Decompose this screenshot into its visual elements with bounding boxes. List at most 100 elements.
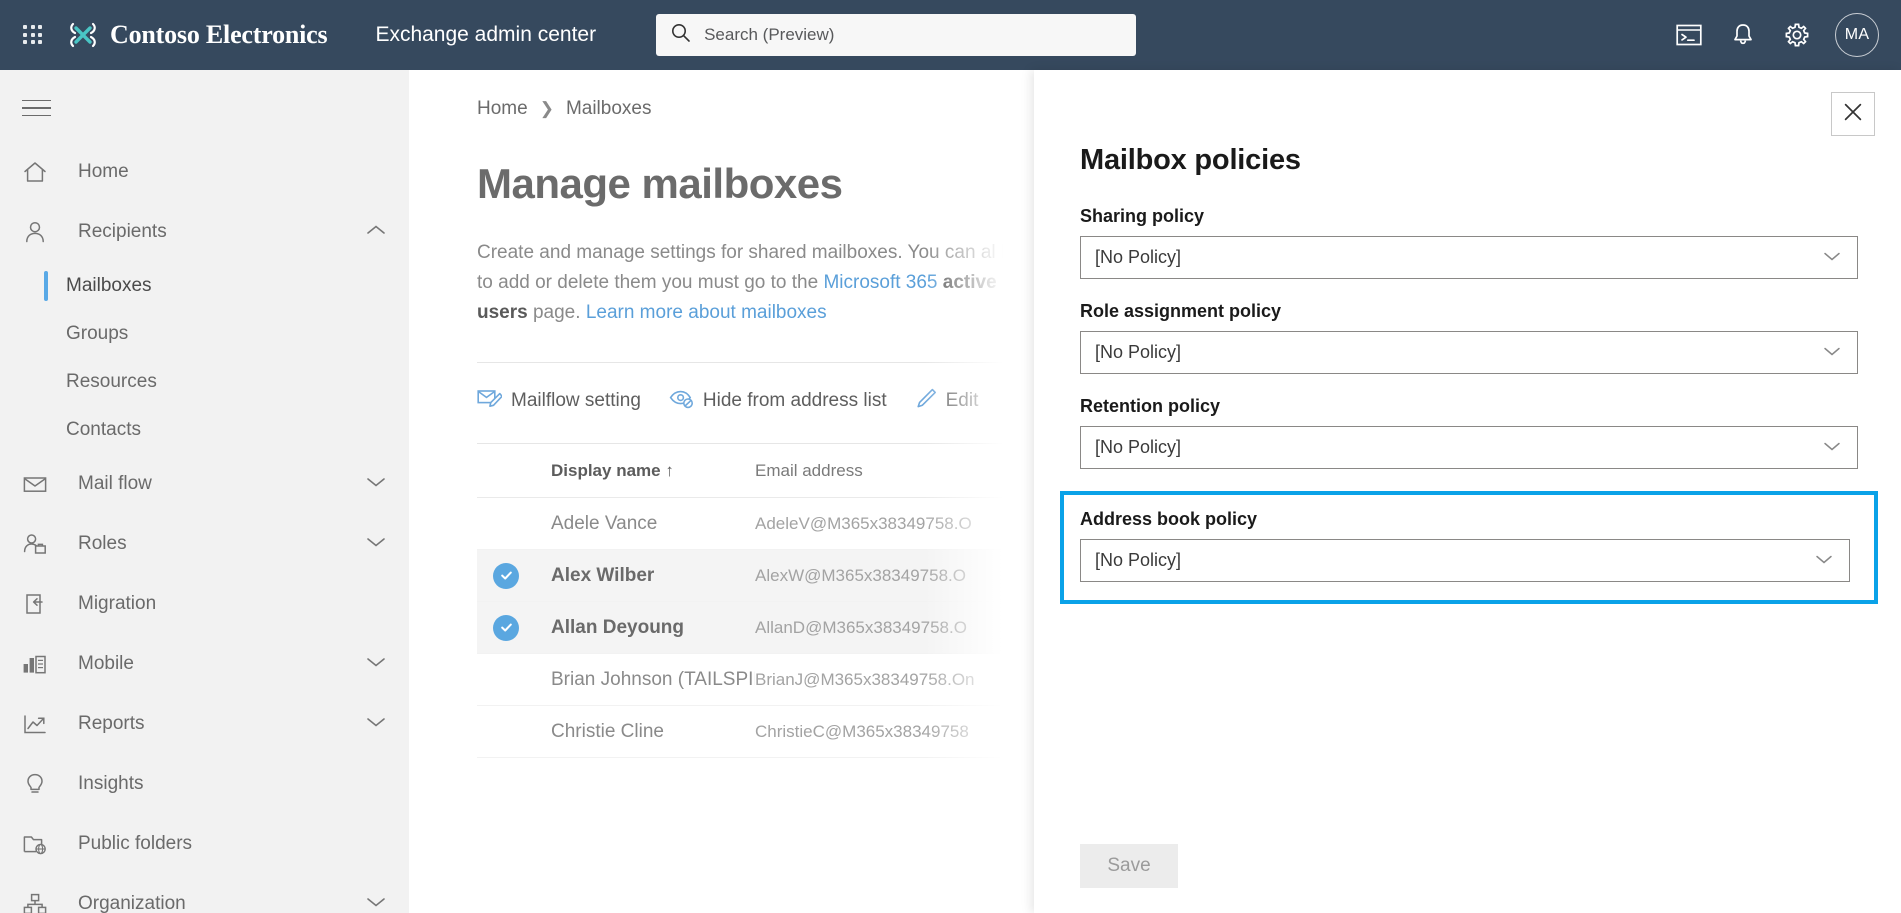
sidebar-subitem-label: Resources	[66, 371, 157, 392]
chevron-down-icon	[365, 655, 387, 674]
brand[interactable]: Contoso Electronics	[66, 18, 328, 52]
sidebar-item-label: Reports	[78, 713, 145, 734]
envelope-icon	[22, 472, 56, 496]
sidebar-item-home[interactable]: Home	[0, 142, 409, 202]
chevron-down-icon	[365, 715, 387, 734]
column-header-display-name[interactable]: Display name ↑	[551, 461, 755, 481]
sidebar-item-label: Home	[78, 161, 129, 182]
user-avatar[interactable]: MA	[1835, 13, 1879, 57]
description-part-1: Create and manage settings for shared ma…	[477, 242, 996, 263]
app-title: Exchange admin center	[375, 23, 597, 46]
main-content: Home ❯ Mailboxes Manage mailboxes Create…	[409, 70, 1034, 913]
cell-email-address: AllanD@M365x38349758.O	[755, 617, 967, 637]
sidebar-item-insights[interactable]: Insights	[0, 754, 409, 814]
sharing-policy-dropdown[interactable]: [No Policy]	[1080, 236, 1858, 279]
chevron-down-icon	[365, 895, 387, 913]
settings-gear-icon[interactable]	[1773, 11, 1821, 59]
breadcrumb-home-link[interactable]: Home	[477, 98, 528, 120]
column-header-email-address[interactable]: Email address	[755, 461, 1034, 481]
public-folder-icon	[22, 832, 56, 856]
sidebar-item-groups[interactable]: Groups	[0, 310, 409, 358]
role-assignment-policy-dropdown[interactable]: [No Policy]	[1080, 331, 1858, 374]
checked-checkbox-icon	[493, 614, 519, 641]
mobile-chart-icon	[22, 652, 56, 676]
sidebar-nav: Home Recipients Mailboxes Groups Resourc…	[0, 70, 409, 913]
sidebar-item-roles[interactable]: Roles	[0, 514, 409, 574]
migration-icon	[22, 592, 56, 616]
sort-ascending-icon: ↑	[665, 460, 674, 480]
field-sharing-policy: Sharing policy [No Policy]	[1080, 206, 1880, 279]
table-row[interactable]: Brian Johnson (TAILSPIN) BrianJ@M365x383…	[477, 654, 1034, 706]
cell-display-name: Christie Cline	[551, 720, 664, 742]
table-row[interactable]: Allan Deyoung AllanD@M365x38349758.O	[477, 602, 1034, 654]
chevron-down-icon	[365, 535, 387, 554]
table-row[interactable]: Christie Cline ChristieC@M365x38349758	[477, 706, 1034, 758]
sidebar-item-recipients[interactable]: Recipients	[0, 202, 409, 262]
checked-checkbox-icon	[493, 562, 519, 589]
table-row[interactable]: Alex Wilber AlexW@M365x38349758.O	[477, 550, 1034, 602]
close-x-icon	[1842, 101, 1864, 128]
panel-title: Mailbox policies	[1080, 144, 1301, 176]
sidebar-item-public-folders[interactable]: Public folders	[0, 814, 409, 874]
sidebar-item-mail-flow[interactable]: Mail flow	[0, 454, 409, 514]
cell-display-name: Brian Johnson (TAILSPIN)	[551, 668, 755, 690]
sidebar-item-migration[interactable]: Migration	[0, 574, 409, 634]
breadcrumb-current[interactable]: Mailboxes	[566, 98, 652, 120]
toolbar-button-label: Hide from address list	[702, 390, 887, 411]
sidebar-item-label: Migration	[78, 593, 157, 614]
panel-close-button[interactable]	[1831, 92, 1875, 136]
home-icon	[22, 160, 56, 184]
row-checkbox[interactable]	[477, 614, 551, 641]
sidebar-item-organization[interactable]: Organization	[0, 874, 409, 913]
cell-email-address: ChristieC@M365x38349758	[755, 721, 969, 741]
sidebar-item-resources[interactable]: Resources	[0, 358, 409, 406]
org-hierarchy-icon	[22, 892, 56, 913]
search-box[interactable]	[656, 14, 1137, 56]
chevron-down-icon	[1821, 342, 1843, 363]
sidebar-item-contacts[interactable]: Contacts	[0, 406, 409, 454]
chevron-down-icon	[1813, 550, 1835, 571]
field-label: Address book policy	[1080, 509, 1258, 529]
trend-chart-icon	[22, 712, 56, 736]
dropdown-value: [No Policy]	[1095, 247, 1182, 267]
powershell-terminal-icon[interactable]	[1665, 11, 1713, 59]
sidebar-toggle-hamburger-icon[interactable]	[22, 88, 62, 128]
sidebar-item-label: Recipients	[78, 221, 167, 242]
learn-more-link[interactable]: Learn more about mailboxes	[586, 302, 827, 323]
column-label: Display name	[551, 460, 661, 480]
pencil-edit-icon	[915, 387, 937, 415]
notifications-bell-icon[interactable]	[1719, 11, 1767, 59]
field-label: Sharing policy	[1080, 206, 1205, 226]
address-book-policy-dropdown[interactable]: [No Policy]	[1080, 539, 1850, 582]
sidebar-item-label: Mobile	[78, 653, 134, 674]
top-header-bar: Contoso Electronics Exchange admin cente…	[0, 0, 1901, 70]
row-checkbox[interactable]	[477, 562, 551, 589]
person-badge-icon	[22, 532, 56, 556]
hide-from-address-list-button[interactable]: Hide from address list	[669, 387, 887, 415]
breadcrumb-separator-icon: ❯	[539, 99, 554, 118]
search-input[interactable]	[704, 25, 1123, 45]
sidebar-item-mailboxes[interactable]: Mailboxes	[0, 262, 409, 310]
toolbar-divider-top	[477, 362, 1034, 363]
sidebar-item-reports[interactable]: Reports	[0, 694, 409, 754]
person-icon	[22, 220, 56, 244]
microsoft-365-link[interactable]: Microsoft 365	[823, 272, 937, 293]
table-row[interactable]: Adele Vance AdeleV@M365x38349758.O	[477, 498, 1034, 550]
description-part-3: page.	[527, 302, 586, 323]
sidebar-subitem-label: Mailboxes	[66, 275, 152, 296]
retention-policy-dropdown[interactable]: [No Policy]	[1080, 426, 1858, 469]
save-button[interactable]: Save	[1080, 844, 1178, 888]
mailflow-setting-button[interactable]: Mailflow setting	[477, 387, 641, 415]
sidebar-item-label: Mail flow	[78, 473, 152, 494]
command-toolbar: Mailflow setting Hide from address list	[477, 381, 1034, 421]
sidebar-item-mobile[interactable]: Mobile	[0, 634, 409, 694]
edit-button[interactable]: Edit	[915, 387, 979, 415]
toolbar-button-label: Edit	[945, 390, 979, 411]
cell-email-address: AdeleV@M365x38349758.O	[755, 513, 972, 533]
dropdown-value: [No Policy]	[1095, 437, 1182, 457]
lightbulb-icon	[22, 772, 56, 796]
panel-form: Sharing policy [No Policy] Role assignme…	[1060, 206, 1880, 626]
toolbar-button-label: Mailflow setting	[511, 390, 641, 411]
app-launcher-icon[interactable]	[18, 20, 48, 50]
hide-eye-icon	[669, 387, 694, 415]
